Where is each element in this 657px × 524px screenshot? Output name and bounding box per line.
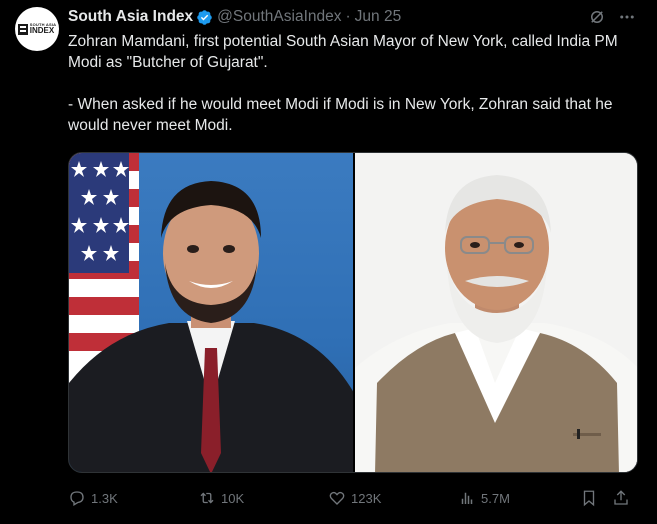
repost-icon (200, 492, 214, 504)
reply-button[interactable]: 1.3K (68, 489, 198, 507)
reply-icon (70, 491, 84, 506)
views-icon (461, 492, 473, 504)
media-photo-right[interactable] (355, 153, 637, 472)
repost-button[interactable]: 10K (198, 489, 328, 507)
reply-count: 1.3K (91, 490, 118, 506)
views-button[interactable]: 5.7M (458, 489, 580, 507)
tweet-actions: 1.3K 10K 123K 5.7M (68, 484, 638, 512)
like-button[interactable]: 123K (328, 489, 458, 507)
media-photo-left[interactable] (69, 153, 353, 472)
grok-icon[interactable] (587, 7, 607, 27)
author-handle[interactable]: @SouthAsiaIndex (217, 8, 341, 26)
author-name[interactable]: South Asia Index (68, 8, 193, 26)
tweet-media[interactable] (68, 152, 638, 473)
tweet-date[interactable]: Jun 25 (355, 8, 402, 26)
views-count: 5.7M (481, 490, 510, 506)
bookmark-button[interactable] (580, 489, 612, 507)
bookmark-icon (583, 490, 595, 507)
tweet-header: South Asia Index @SouthAsiaIndex · Jun 2… (68, 6, 637, 28)
logo-mark-icon (17, 23, 28, 35)
separator-dot: · (345, 8, 351, 25)
photo-left-illustration (69, 153, 353, 472)
repost-count: 10K (221, 490, 245, 506)
tweet-text: Zohran Mamdani, first potential South As… (68, 31, 638, 136)
share-button[interactable] (612, 489, 632, 507)
logo-big-text: INDEX (29, 26, 55, 35)
tweet-text-line-1: Zohran Mamdani, first potential South As… (68, 33, 618, 71)
verified-badge-icon[interactable] (196, 9, 213, 26)
more-options-icon[interactable] (617, 7, 637, 27)
south-asia-index-logo: SOUTH ASIA INDEX (17, 23, 57, 35)
share-icon (614, 490, 628, 505)
tweet-text-line-2: - When asked if he would meet Modi if Mo… (68, 96, 613, 134)
heart-icon (329, 491, 345, 505)
like-count: 123K (351, 490, 382, 506)
tweet[interactable]: SOUTH ASIA INDEX South Asia Index @South… (0, 0, 657, 524)
avatar[interactable]: SOUTH ASIA INDEX (15, 7, 59, 51)
photo-right-illustration (355, 153, 637, 472)
